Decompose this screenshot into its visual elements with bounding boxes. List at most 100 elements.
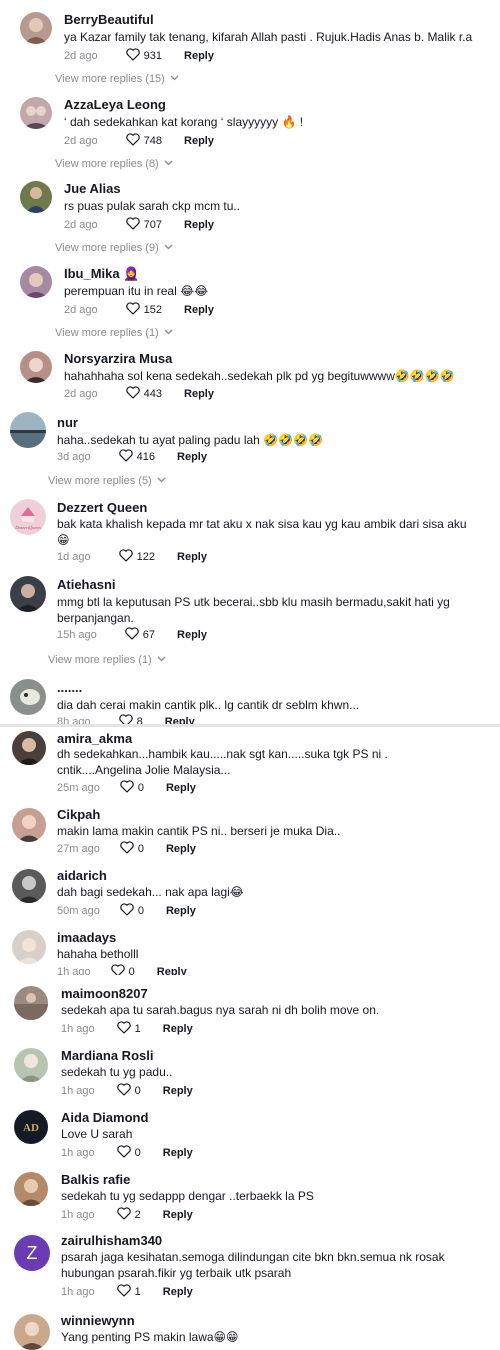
reply-button[interactable]: Reply [166, 841, 196, 857]
avatar[interactable] [20, 266, 52, 298]
comment-username[interactable]: nur [57, 415, 78, 431]
comment-meta: 1h ago 0 Reply [61, 1083, 193, 1099]
heart-icon [125, 302, 140, 315]
comment-username[interactable]: imaadays [57, 930, 116, 946]
reply-button[interactable]: Reply [177, 549, 207, 565]
reply-button[interactable]: Reply [177, 627, 207, 643]
avatar[interactable] [20, 97, 52, 129]
comment-time: 2d ago [64, 219, 98, 231]
like-button[interactable]: 0 [116, 1083, 141, 1099]
like-count: 1 [134, 1286, 141, 1298]
reply-button[interactable]: Reply [157, 964, 187, 975]
like-button[interactable]: 0 [110, 964, 135, 975]
like-button[interactable]: 1 [116, 1021, 141, 1037]
comment-item: Jue Alias rs puas pulak sarah ckp mcm tu… [0, 169, 500, 259]
like-button[interactable]: 122 [118, 549, 156, 565]
like-button[interactable]: 1 [116, 1284, 141, 1300]
avatar[interactable] [20, 12, 52, 44]
reply-button[interactable]: Reply [184, 386, 214, 402]
avatar-letter: Z [26, 1243, 38, 1263]
avatar[interactable] [10, 679, 46, 715]
like-button[interactable]: 0 [116, 1145, 141, 1161]
comment-item: nur haha..sedekah tu ayat paling padu la… [0, 403, 500, 493]
comments-panel-bottom: amira_akma dh sedekahkan...hambik kau...… [0, 727, 500, 1350]
reply-button[interactable]: Reply [163, 1145, 193, 1161]
avatar[interactable] [10, 412, 46, 448]
like-button[interactable]: 0 [120, 903, 144, 919]
comment-meta: 27m ago 0 Reply [57, 841, 196, 857]
avatar[interactable] [14, 1172, 48, 1206]
avatar[interactable]: DezzertQueen [10, 499, 46, 535]
comment-item: BerryBeautiful ya Kazar family tak tenan… [0, 0, 500, 90]
comment-username[interactable]: Norsyarzira Musa [64, 351, 172, 367]
reply-button[interactable]: Reply [166, 780, 196, 796]
comment-username[interactable]: Balkis rafie [61, 1172, 130, 1188]
comment-text: hahahhaha sol kena sedekah..sedekah plk … [64, 369, 455, 383]
like-button[interactable]: 0 [120, 841, 144, 857]
like-button[interactable]: 707 [125, 217, 162, 233]
avatar[interactable] [14, 1314, 50, 1350]
avatar[interactable] [14, 1048, 48, 1082]
comment-username[interactable]: ....... [57, 680, 82, 696]
avatar[interactable]: Z [14, 1235, 50, 1271]
comment-time: 3d ago [57, 451, 91, 463]
avatar[interactable] [12, 731, 46, 765]
avatar[interactable] [12, 808, 46, 842]
avatar[interactable] [12, 869, 46, 903]
chevron-down-icon [157, 477, 166, 483]
avatar[interactable] [10, 576, 46, 612]
like-count: 1 [134, 1023, 141, 1035]
avatar[interactable] [12, 930, 46, 964]
like-button[interactable]: 416 [118, 449, 156, 465]
like-button[interactable]: 0 [120, 780, 144, 796]
reply-button[interactable]: Reply [163, 1207, 193, 1223]
comment-username[interactable]: zairulhisham340 [61, 1233, 162, 1249]
comment-username[interactable]: Cikpah [57, 807, 100, 823]
avatar[interactable] [20, 181, 52, 213]
comment-text: mmg btl la keputusan PS utk becerai..sbb… [57, 595, 450, 625]
comment-username[interactable]: BerryBeautiful [64, 12, 154, 28]
reply-button[interactable]: Reply [166, 903, 196, 919]
like-count: 0 [134, 1147, 141, 1159]
view-more-replies[interactable]: View more replies (1) [48, 652, 166, 668]
reply-button[interactable]: Reply [165, 714, 195, 724]
chevron-down-icon [170, 75, 179, 81]
comment-username[interactable]: Atiehasni [57, 577, 116, 593]
comment-username[interactable]: Aida Diamond [61, 1110, 148, 1126]
view-more-replies[interactable]: View more replies (5) [48, 473, 166, 489]
avatar[interactable] [20, 351, 52, 383]
comment-text: perempuan itu in real 😂😂 [64, 284, 209, 298]
avatar[interactable] [14, 986, 48, 1020]
heart-icon [125, 133, 140, 146]
like-button[interactable]: 748 [125, 133, 162, 149]
reply-button[interactable]: Reply [163, 1083, 193, 1099]
comment-username[interactable]: Jue Alias [64, 181, 121, 197]
reply-button[interactable]: Reply [163, 1284, 193, 1300]
reply-button[interactable]: Reply [177, 449, 207, 465]
reply-button[interactable]: Reply [184, 48, 214, 64]
reply-button[interactable]: Reply [184, 302, 214, 318]
like-count: 122 [136, 551, 156, 563]
comment-username[interactable]: Mardiana Rosli [61, 1048, 153, 1064]
like-button[interactable]: 443 [125, 386, 162, 402]
reply-button[interactable]: Reply [184, 217, 214, 233]
comment-username[interactable]: amira_akma [57, 731, 132, 747]
comment-username[interactable]: Dezzert Queen [57, 500, 147, 516]
reply-button[interactable]: Reply [163, 1021, 193, 1037]
reply-button[interactable]: Reply [184, 133, 214, 149]
comment-username[interactable]: winniewynn [61, 1313, 135, 1329]
avatar[interactable]: AD [14, 1110, 48, 1144]
comment-username[interactable]: maimoon8207 [61, 986, 148, 1002]
like-button[interactable]: 931 [125, 48, 162, 64]
comment-username[interactable]: Ibu_Mika 🧕 [64, 266, 139, 282]
like-button[interactable]: 152 [125, 302, 162, 318]
heart-icon [116, 1207, 131, 1220]
comment-username[interactable]: aidarich [57, 868, 107, 884]
comment-username[interactable]: AzzaLeya Leong [64, 97, 166, 113]
like-button[interactable]: 8 [118, 714, 143, 724]
comment-time: 2d ago [64, 50, 98, 62]
like-button[interactable]: 2 [116, 1207, 141, 1223]
comment-text: Yang penting PS makin lawa😁😁 [61, 1330, 239, 1344]
like-count: 416 [136, 451, 156, 463]
like-button[interactable]: 67 [125, 627, 155, 643]
